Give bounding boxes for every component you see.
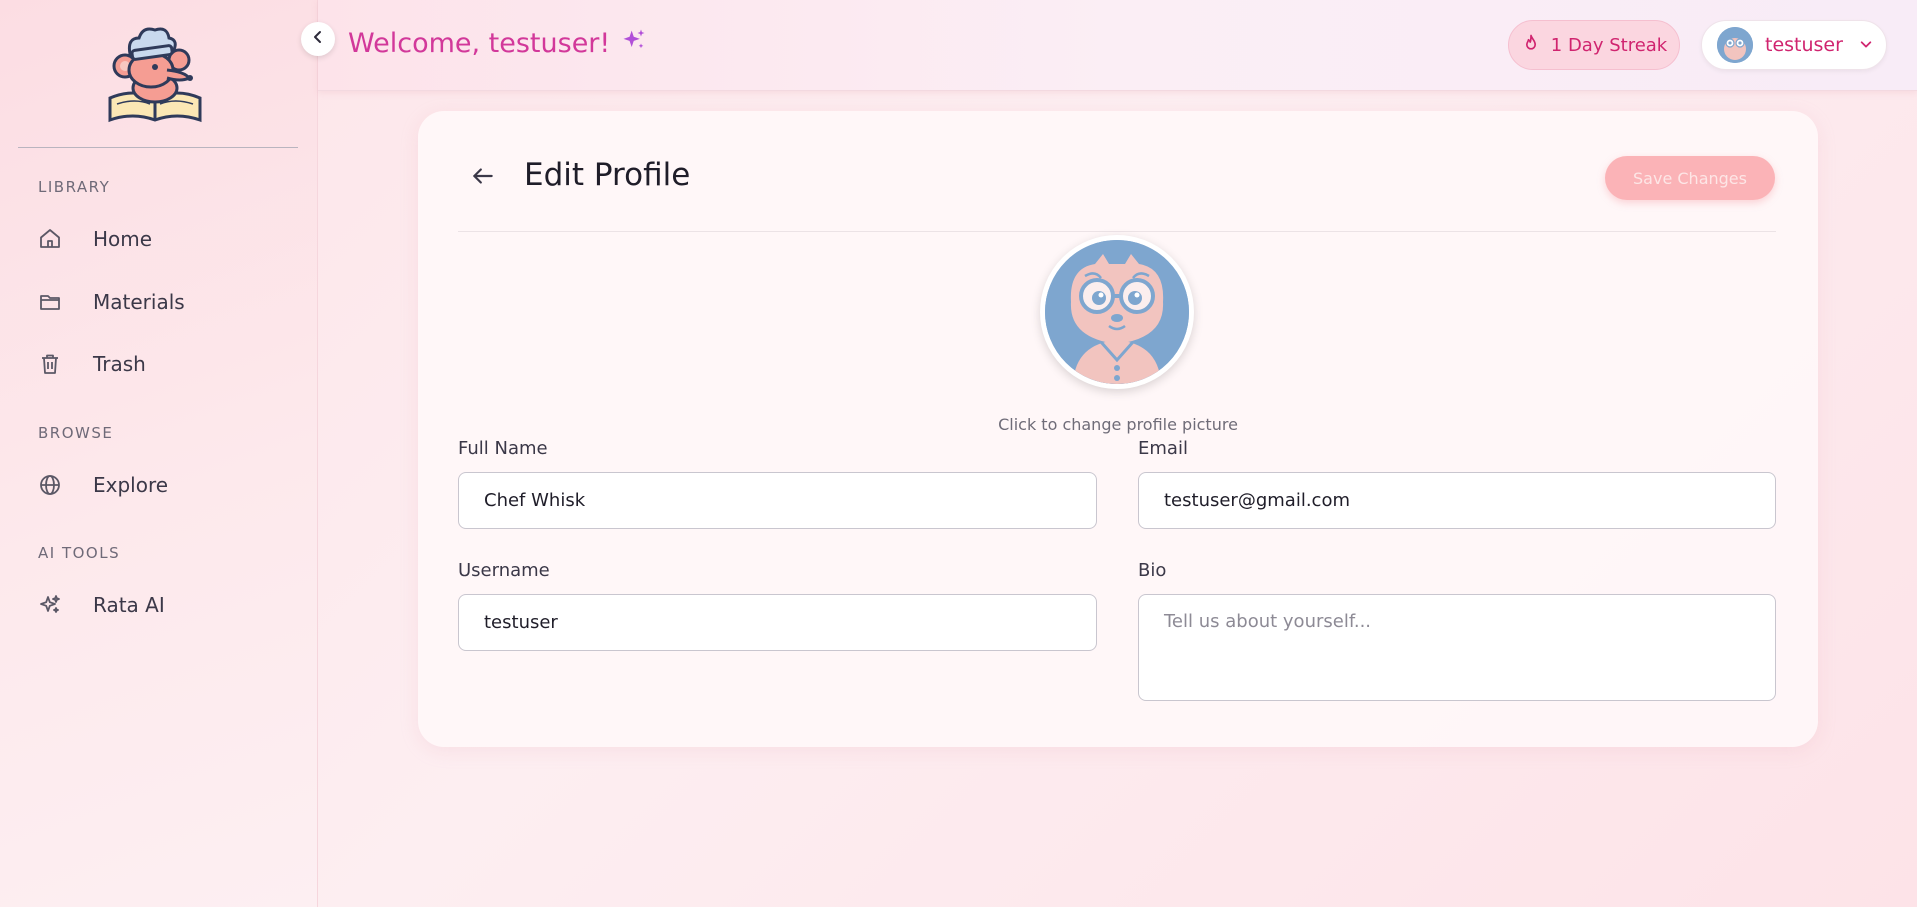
- username-input[interactable]: [458, 594, 1097, 651]
- username-label: testuser: [1765, 34, 1843, 56]
- streak-badge[interactable]: 1 Day Streak: [1508, 20, 1680, 70]
- profile-picture-hint: Click to change profile picture: [998, 415, 1238, 434]
- user-menu-button[interactable]: testuser: [1701, 20, 1887, 70]
- profile-picture[interactable]: [1040, 235, 1194, 389]
- back-button[interactable]: [466, 161, 500, 195]
- collapse-sidebar-button[interactable]: [301, 22, 335, 56]
- email-input[interactable]: [1138, 472, 1776, 529]
- divider: [458, 231, 1776, 232]
- trash-icon: [37, 351, 63, 377]
- sparkles-icon: [37, 592, 63, 618]
- full-name-label: Full Name: [458, 438, 548, 459]
- welcome-message: Welcome, testuser!: [348, 26, 648, 61]
- bio-label: Bio: [1138, 560, 1167, 581]
- welcome-text: Welcome, testuser!: [348, 28, 611, 59]
- chevron-down-icon: [1859, 36, 1873, 55]
- arrow-left-icon: [470, 163, 496, 193]
- section-label-ai-tools: AI TOOLS: [38, 544, 121, 562]
- username-field-label: Username: [458, 560, 550, 581]
- sparkles-icon: [620, 26, 648, 61]
- sidebar-item-home[interactable]: Home: [22, 216, 298, 262]
- full-name-input[interactable]: [458, 472, 1097, 529]
- edit-profile-card: Edit Profile Save Changes Click to chang…: [418, 111, 1818, 747]
- section-label-library: LIBRARY: [38, 178, 111, 196]
- home-icon: [37, 226, 63, 252]
- sidebar-divider: [18, 147, 298, 148]
- globe-icon: [37, 472, 63, 498]
- sidebar-item-label: Materials: [93, 290, 185, 314]
- sidebar-item-label: Rata AI: [93, 593, 165, 617]
- sidebar-item-trash[interactable]: Trash: [22, 341, 298, 387]
- sidebar-item-materials[interactable]: Materials: [22, 279, 298, 325]
- flame-icon: [1521, 33, 1541, 58]
- email-label: Email: [1138, 438, 1188, 459]
- section-label-browse: BROWSE: [38, 424, 114, 442]
- top-header: Welcome, testuser! 1 Day Streak testuser: [318, 0, 1917, 91]
- chevron-left-icon: [310, 29, 326, 49]
- sidebar-item-label: Home: [93, 227, 153, 251]
- sidebar-item-label: Trash: [93, 352, 146, 376]
- app-logo[interactable]: [105, 20, 205, 125]
- avatar: [1717, 27, 1753, 63]
- sidebar-item-label: Explore: [93, 473, 169, 497]
- page-title: Edit Profile: [524, 157, 691, 193]
- sidebar: LIBRARY Home Materials Trash BROWSE Expl…: [0, 0, 318, 907]
- folder-icon: [37, 289, 63, 315]
- streak-label: 1 Day Streak: [1550, 34, 1668, 56]
- sidebar-item-rata-ai[interactable]: Rata AI: [22, 582, 298, 628]
- bio-textarea[interactable]: [1138, 594, 1776, 701]
- sidebar-item-explore[interactable]: Explore: [22, 462, 298, 508]
- save-changes-button[interactable]: Save Changes: [1605, 156, 1775, 200]
